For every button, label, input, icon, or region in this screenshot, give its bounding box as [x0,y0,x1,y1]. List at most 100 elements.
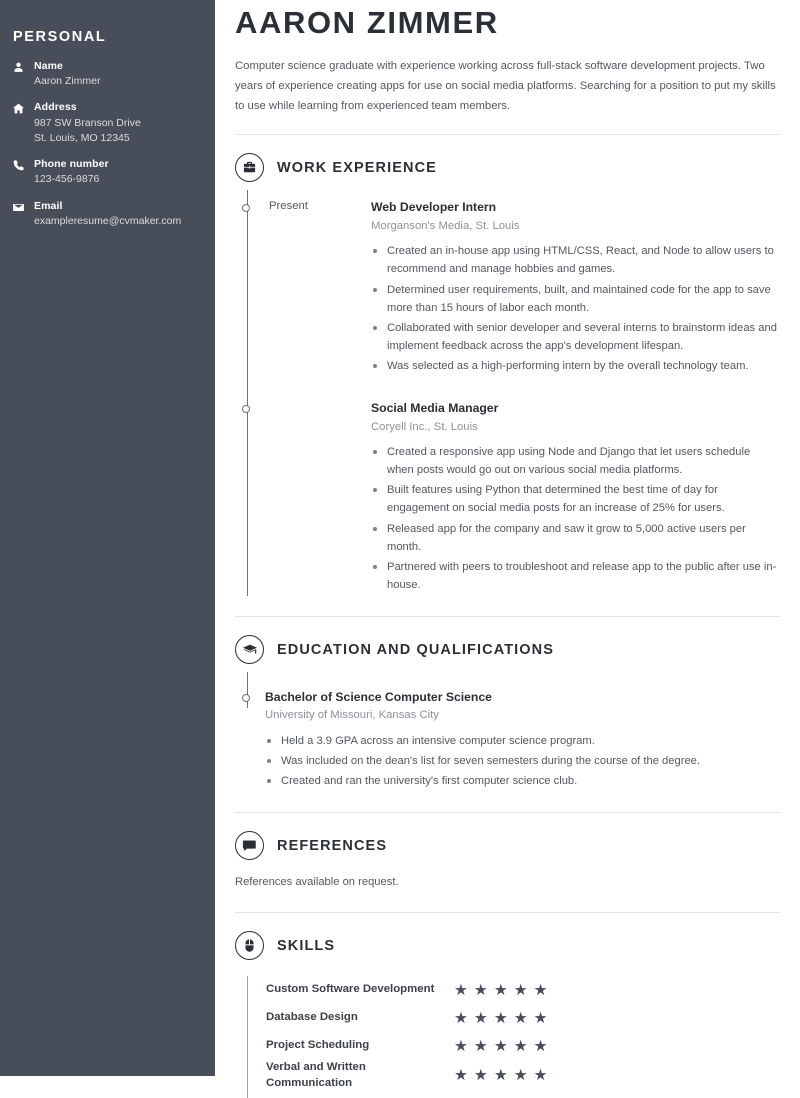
page-title: AARON ZIMMER [235,5,499,40]
section-title: REFERENCES [277,837,388,854]
section-header: SKILLS [235,931,780,961]
star-filled-icon: ★ [473,1037,488,1055]
star-filled-icon: ★ [513,1009,528,1027]
education-entry: Bachelor of Science Computer Science Univ… [241,672,780,792]
section-work-experience: WORK EXPERIENCE Present Web Developer Int… [235,153,780,597]
section-references: REFERENCES References available on reque… [235,831,780,892]
job-title: Social Media Manager [371,401,499,416]
contact-value: St. Louis, MO 12345 [34,131,130,144]
section-header: REFERENCES [235,831,780,861]
star-filled-icon: ★ [513,1067,528,1085]
star-filled-icon: ★ [454,1067,468,1085]
section-header: EDUCATION AND QUALIFICATIONS [235,635,780,665]
divider [235,134,780,136]
skill-rating: ★ ★ ★ ★ ★ [454,1011,548,1027]
star-filled-icon: ★ [533,1037,548,1055]
bullet-item: Determined user requirements, built, and… [371,281,780,317]
bullet-item: Built features using Python that determi… [371,481,780,517]
star-filled-icon: ★ [513,1037,528,1055]
section-title: EDUCATION AND QUALIFICATIONS [277,641,555,658]
bullet-item: Created an in-house app using HTML/CSS, … [371,242,780,278]
envelope-icon [12,199,34,214]
star-filled-icon: ★ [454,1009,468,1027]
skill-rating: ★ ★ ★ ★ ★ [454,1068,548,1084]
bullet-item: Was included on the dean's list for seve… [265,752,780,770]
sidebar: PERSONAL Name Aaron Zimmer Address 987 SW B… [0,0,215,1076]
work-entry-date: Present [269,200,308,213]
contact-value: 123-456-9876 [34,173,100,186]
skill-rating: ★ ★ ★ ★ ★ [454,1039,548,1055]
star-filled-icon: ★ [493,1037,508,1055]
star-filled-icon: ★ [473,1009,488,1027]
person-icon [12,59,34,74]
job-organization: Coryell Inc., St. Louis [371,420,478,433]
sidebar-heading: PERSONAL [13,29,107,45]
contact-item-email: Email exampleresume@cvmaker.com [12,199,199,229]
phone-icon [12,157,34,172]
star-filled-icon: ★ [533,981,548,999]
bullet-item: Created and ran the university's first c… [265,772,780,790]
bullet-item: Partnered with peers to troubleshoot and… [371,558,780,594]
main-content: AARON ZIMMER Computer science graduate w… [215,0,800,1098]
section-skills: SKILLS Custom Software Development ★ ★ ★ ★ ★ D… [235,931,780,1098]
speech-bubble-icon [235,831,264,861]
contact-item-name: Name Aaron Zimmer [12,59,199,89]
section-header: WORK EXPERIENCE [235,153,780,183]
contact-body: Name Aaron Zimmer [34,59,199,89]
contact-value: 987 SW Branson Drive [34,116,141,129]
bullet-list: Held a 3.9 GPA across an intensive compu… [265,732,780,790]
job-organization: Morganson's Media, St. Louis [371,219,520,232]
job-title: Web Developer Intern [371,200,497,215]
skill-row: Project Scheduling ★ ★ ★ ★ ★ [266,1032,780,1060]
divider [235,812,780,814]
skill-row: Custom Software Development ★ ★ ★ ★ ★ [266,976,780,1004]
institution-name: University of Missouri, Kansas City [265,709,439,722]
contact-label: Email [34,199,63,212]
bullet-item: Was selected as a high-performing intern… [371,357,780,375]
work-entry-body: Web Developer Intern Morganson's Media, S… [369,190,780,377]
bullet-item: Released app for the company and saw it … [371,520,780,556]
skills-list: Custom Software Development ★ ★ ★ ★ ★ Database… [247,976,780,1098]
skill-row: Database Design ★ ★ ★ ★ ★ [266,1004,780,1032]
star-filled-icon: ★ [513,981,528,999]
contact-label: Phone number [34,158,109,171]
skill-name: Custom Software Development [266,983,435,996]
references-text: References available on request. [235,876,399,889]
work-entry: Social Media Manager Coryell Inc., St. Lo… [241,391,780,596]
bullet-item: Collaborated with senior developer and s… [371,319,780,355]
degree-title: Bachelor of Science Computer Science [265,690,492,705]
contact-body: Phone number 123-456-9876 [34,157,199,187]
star-filled-icon: ★ [473,1067,488,1085]
professional-summary: Computer science graduate with experienc… [235,60,776,112]
skill-row: Verbal and Written Communication ★ ★ ★ ★ ★ [266,1060,780,1091]
star-filled-icon: ★ [493,1067,508,1085]
bullet-list: Created a responsive app using Node and … [371,443,780,594]
contact-value: Aaron Zimmer [34,75,101,88]
star-filled-icon: ★ [454,981,468,999]
section-title: SKILLS [277,937,336,954]
star-filled-icon: ★ [533,1067,548,1085]
bullet-item: Created a responsive app using Node and … [371,443,780,479]
skill-row: Leadership★★★★★ [266,1092,780,1098]
section-title: WORK EXPERIENCE [277,159,437,176]
divider [235,616,780,618]
education-timeline: Bachelor of Science Computer Science Univ… [235,672,780,792]
skill-name: Database Design [266,1011,358,1024]
skill-name: Project Scheduling [266,1039,370,1052]
section-education: EDUCATION AND QUALIFICATIONS Bachelor of… [235,635,780,792]
skill-rating: ★ ★ ★ ★ ★ [454,983,548,999]
timeline-dot [241,694,250,703]
resume-page: PERSONAL Name Aaron Zimmer Address 987 SW B… [0,0,800,1098]
graduation-cap-icon [235,635,264,665]
work-timeline: Present Web Developer Intern Morganson's M… [235,190,780,597]
contact-value: exampleresume@cvmaker.com [34,214,182,227]
star-filled-icon: ★ [493,1009,508,1027]
work-entry: Present Web Developer Intern Morganson's M… [241,190,780,377]
contact-label: Address [34,101,77,114]
star-filled-icon: ★ [473,981,488,999]
bullet-item: Held a 3.9 GPA across an intensive compu… [265,732,780,750]
education-entry-body: Bachelor of Science Computer Science Univ… [247,672,780,792]
contact-body: Email exampleresume@cvmaker.com [34,199,199,229]
contact-item-phone-number: Phone number 123-456-9876 [12,157,199,187]
star-filled-icon: ★ [493,981,508,999]
